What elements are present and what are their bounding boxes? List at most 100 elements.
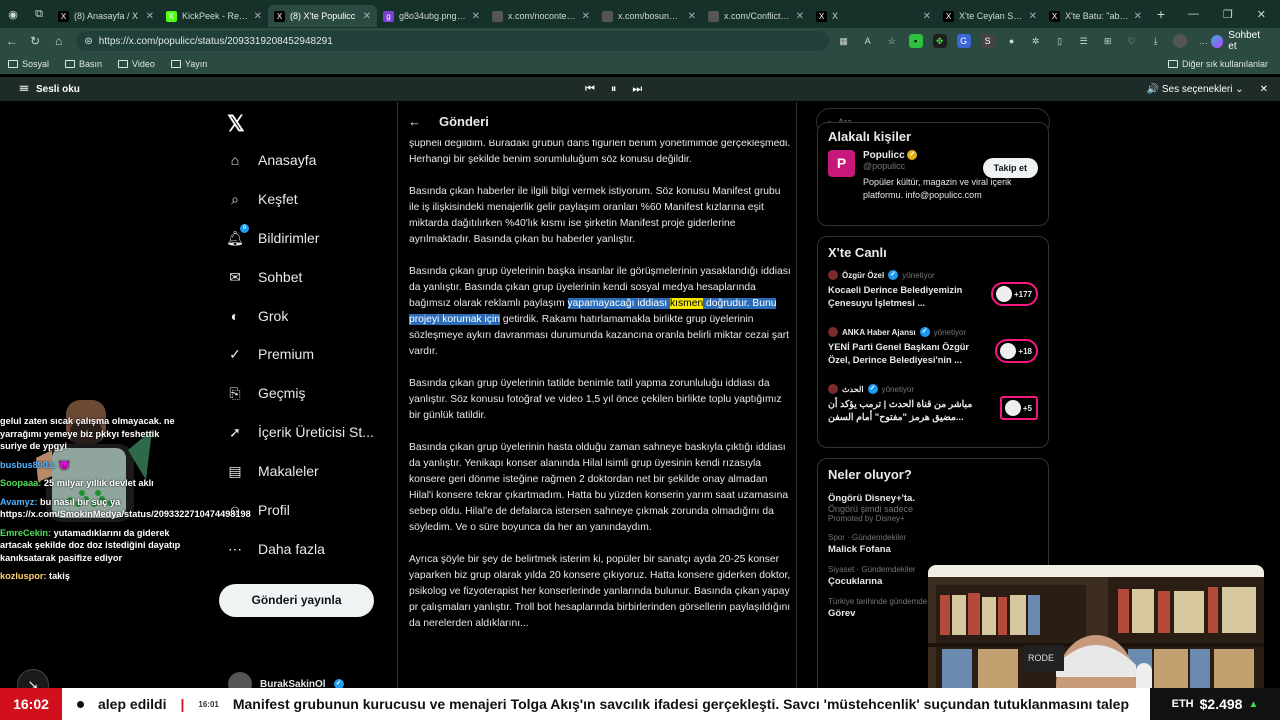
nav-item-bell[interactable]: 🔔︎ 8 Bildirimler <box>226 224 319 247</box>
bookmark-folder[interactable]: Basın <box>65 59 102 69</box>
extension-s-icon[interactable]: S <box>980 34 995 48</box>
new-tab-button[interactable]: + <box>1148 6 1174 22</box>
ticker-clock: 16:02 <box>0 688 62 720</box>
maximize-icon[interactable]: ❐ <box>1223 8 1233 21</box>
browser-tab[interactable]: X (8) X'te Populicc ✕ <box>268 5 377 27</box>
favorite-star-icon[interactable]: ☆ <box>885 34 899 48</box>
browser-tab[interactable]: g g8o34ubg.png | Ha... ✕ <box>377 5 486 27</box>
read-aloud-icon: 𝄘 <box>20 83 28 95</box>
browser-tab[interactable]: X X'te Batu: "abisinin ... ✕ <box>1043 5 1148 27</box>
folder-icon <box>65 60 76 68</box>
nav-item-chat[interactable]: ✉ Sohbet <box>226 268 302 286</box>
nav-item-bookmark[interactable]: ⎘ Geçmiş <box>226 384 305 402</box>
x-logo-icon[interactable]: 𝕏 <box>227 111 245 137</box>
bookmark-folder[interactable]: Yayın <box>170 59 207 69</box>
tab-favicon-icon: g <box>383 10 394 22</box>
tab-title: x.com/ConflictTR/st... <box>724 11 791 21</box>
listener-count: +5 <box>1022 403 1032 413</box>
close-tab-icon[interactable]: ✕ <box>254 11 262 22</box>
extension-translate-icon[interactable]: G <box>956 34 971 48</box>
highlighted-text: yapamayacağı iddiası <box>567 298 670 309</box>
back-arrow-icon[interactable]: ← <box>408 114 421 129</box>
nav-item-search[interactable]: ⌕ Keşfet <box>226 190 298 208</box>
browser-tab[interactable]: x.com/bosunatiklam... ✕ <box>596 5 702 27</box>
account-avatar: P <box>828 150 855 177</box>
close-tab-icon[interactable]: ✕ <box>923 11 931 22</box>
nav-item-article[interactable]: ▤ Makaleler <box>226 462 318 480</box>
account-switcher[interactable]: BurakSakinOl ✓ <box>228 672 344 688</box>
previous-icon[interactable]: ⏮ <box>585 83 595 96</box>
minimize-icon[interactable]: — <box>1188 8 1199 21</box>
nav-item-grok[interactable]: ◐ Grok <box>226 307 289 325</box>
extension-grid-icon[interactable]: ✥ <box>932 34 947 48</box>
copilot-button[interactable]: Sohbet et <box>1210 30 1270 52</box>
close-tab-icon[interactable]: ✕ <box>688 11 696 22</box>
pause-icon[interactable]: ⏸ <box>611 83 617 96</box>
close-tab-icon[interactable]: ✕ <box>146 11 154 22</box>
live-item[interactable]: ANKA Haber Ajansı ✓ yönetiyor YENİ Parti Ge… <box>818 323 1048 380</box>
read-mode-icon[interactable]: A <box>861 34 875 48</box>
tab-actions-icon[interactable]: ⧉ <box>26 0 52 28</box>
extension-chat-icon[interactable]: ● <box>1005 34 1019 48</box>
account-bio: Popüler kültür, magazin ve viral içerik … <box>863 177 1012 200</box>
paragraph-4: Basında çıkan grup üyelerinin tatilde be… <box>409 378 782 421</box>
close-tab-icon[interactable]: ✕ <box>582 11 590 22</box>
collections-icon[interactable]: ⊞ <box>1101 34 1115 48</box>
close-tab-icon[interactable]: ✕ <box>1134 11 1142 22</box>
verified-icon: ✓ <box>888 270 899 280</box>
follow-button[interactable]: Takip et <box>982 158 1038 178</box>
back-icon[interactable]: ← <box>0 34 23 48</box>
profile-icon[interactable]: ◉ <box>0 0 26 28</box>
browser-tab[interactable]: X X'te Ceylan Sever: "... ✕ <box>937 5 1043 27</box>
live-item[interactable]: الحدث ✓ yönetiyor مباشر من قناة الحدث | ترم… <box>818 380 1048 437</box>
browser-tab[interactable]: K KickPeek - Real-time ✕ <box>160 5 268 27</box>
browser-tab[interactable]: X X ✕ <box>810 5 937 27</box>
live-item[interactable]: Özgür Özel ✓ yönetiyor Kocaeli Derince Bele… <box>818 266 1048 323</box>
home-icon[interactable]: ⌂ <box>47 34 70 48</box>
trend-category: Spor · Gündemdekiler <box>828 533 907 542</box>
ticker-news: alep edildi | 16:01 Manifest grubunun ku… <box>98 688 1150 720</box>
next-icon[interactable]: ⏭ <box>632 83 642 96</box>
close-tab-icon[interactable]: ✕ <box>472 11 480 22</box>
ticker-time: 16:01 <box>198 699 219 709</box>
close-read-aloud-icon[interactable]: ✕ <box>1260 84 1268 95</box>
browser-tab[interactable]: x.com/ConflictTR/st... ✕ <box>702 5 810 27</box>
browser-tab[interactable]: x.com/noconteks12... ✕ <box>486 5 596 27</box>
paragraph-2: Basında çıkan haberler ile ilgili bilgi … <box>409 186 781 245</box>
bookmark-folder[interactable]: Video <box>118 59 155 69</box>
other-bookmarks[interactable]: Diğer sık kullanılanlar <box>1167 59 1268 69</box>
extension-puzzle-icon[interactable]: ✲ <box>1029 34 1043 48</box>
split-view-icon[interactable]: ▦ <box>837 34 851 48</box>
split-screen-icon[interactable]: ▯ <box>1053 34 1067 48</box>
close-tab-icon[interactable]: ✕ <box>796 11 804 22</box>
post-button[interactable]: Gönderi yayınla <box>219 584 374 617</box>
close-tab-icon[interactable]: ✕ <box>1029 11 1037 22</box>
refresh-icon[interactable]: ↻ <box>23 34 46 48</box>
performance-icon[interactable]: ♡ <box>1125 34 1139 48</box>
nav-item-creator[interactable]: ➚ İçerik Üreticisi St... <box>226 423 374 441</box>
extension-game-icon[interactable]: ▪ <box>908 34 923 48</box>
nav-item-more[interactable]: ⋯ Daha fazla <box>226 540 325 558</box>
favorites-icon[interactable]: ☰ <box>1077 34 1091 48</box>
trend-item[interactable]: Spor · Gündemdekiler Malick Fofana <box>818 530 1048 562</box>
nav-item-premium[interactable]: ✓ Premium <box>226 345 314 363</box>
menu-dots-icon[interactable]: … <box>1197 34 1211 48</box>
close-tab-icon[interactable]: ✕ <box>363 11 371 22</box>
nav-item-home[interactable]: ⌂ Anasayfa <box>226 151 317 169</box>
bookmark-folder[interactable]: Sosyal <box>8 59 49 69</box>
webcam-overlay: RODE <box>928 565 1264 688</box>
chat-message: Avamyz: bu nasıl bir suç ya https://x.co… <box>0 496 251 521</box>
expand-button[interactable]: ↘ <box>17 669 49 688</box>
site-info-icon[interactable]: ⊜ <box>84 36 92 47</box>
related-people-card: Alakalı kişiler P Populicc ✓ @populicc P… <box>817 122 1049 226</box>
trend-subtitle: Öngörü şimdi sadece <box>828 504 914 514</box>
listener-avatar <box>995 286 1012 302</box>
browser-tab[interactable]: X (8) Anasayfa / X ✕ <box>52 5 160 27</box>
trend-item[interactable]: Öngörü Disney+'ta. Öngörü şimdi sadece Pro… <box>818 488 1048 530</box>
downloads-icon[interactable]: ⤓ <box>1149 34 1163 48</box>
avatar[interactable] <box>1172 34 1187 48</box>
folder-icon <box>1167 60 1178 68</box>
url-field[interactable]: ⊜ https://x.com/populicc/status/20933192… <box>76 31 829 51</box>
close-icon[interactable]: ✕ <box>1257 8 1266 21</box>
voice-options-button[interactable]: 🔊 Ses seçenekleri ⌄ <box>1147 84 1244 95</box>
